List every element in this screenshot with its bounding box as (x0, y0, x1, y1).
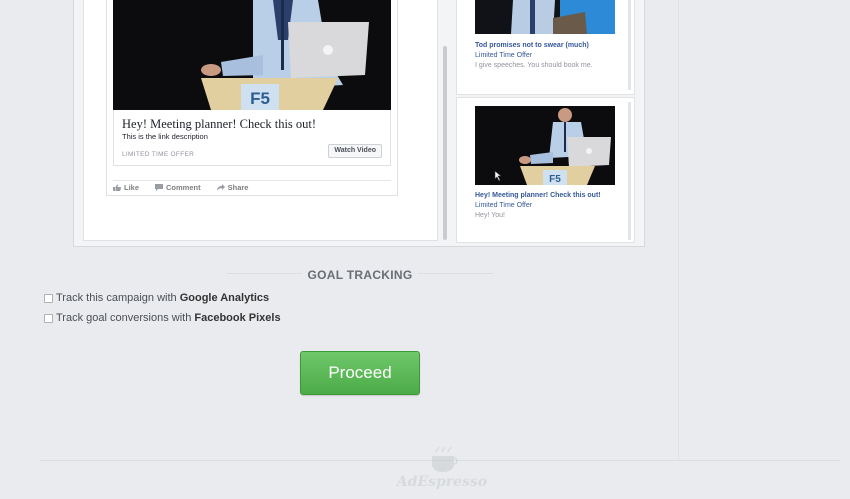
thumbs-up-icon (113, 184, 121, 191)
ad-subtitle: Limited Time Offer (475, 52, 533, 59)
proceed-button[interactable]: Proceed (300, 351, 420, 395)
ad-body: I give speeches. You should book me. (475, 62, 593, 69)
heading-rule (418, 273, 493, 274)
google-analytics-checkbox[interactable] (44, 293, 53, 303)
post-actions: Like Comment Share (113, 180, 391, 194)
coffee-cup-icon (432, 446, 458, 472)
podium-f5-label: F5 (549, 174, 561, 185)
ad-preview-frame: F5 Hey! Meeting planner! Check this out!… (73, 0, 645, 247)
goal-tracking-title: GOAL TRACKING (307, 268, 413, 282)
like-action[interactable]: Like (113, 183, 139, 192)
link-preview[interactable]: Hey! Meeting planner! Check this out! Th… (113, 110, 391, 166)
google-analytics-option[interactable]: Track this campaign with Google Analytic… (44, 292, 269, 304)
post-video-thumbnail[interactable]: F5 (113, 0, 391, 110)
option-label: Track this campaign with Google Analytic… (56, 292, 269, 304)
ad-scrollbar (628, 102, 631, 240)
comment-icon (155, 184, 164, 191)
facebook-pixels-option[interactable]: Track goal conversions with Facebook Pix… (44, 312, 281, 324)
news-feed-preview: F5 Hey! Meeting planner! Check this out!… (83, 0, 438, 241)
option-bold: Facebook Pixels (194, 312, 281, 324)
adespresso-logo: AdEspresso (392, 446, 492, 496)
share-label: Share (227, 183, 249, 192)
link-title[interactable]: Hey! Meeting planner! Check this out! (122, 117, 316, 132)
option-bold: Google Analytics (179, 292, 270, 304)
ad-body: Hey! You! (475, 212, 505, 219)
option-label: Track goal conversions with Facebook Pix… (56, 312, 281, 324)
ad-title[interactable]: Hey! Meeting planner! Check this out! (475, 192, 601, 199)
right-column-ad[interactable]: F5 Hey! Meeting planner! Check this out!… (456, 97, 635, 243)
like-label: Like (124, 183, 140, 192)
right-column-ad[interactable]: Tod promises not to swear (much) Limited… (456, 0, 635, 95)
brand-wordmark: AdEspresso (396, 474, 488, 490)
feed-scrollbar[interactable] (443, 46, 447, 240)
share-action[interactable]: Share (216, 183, 249, 192)
right-column-preview: Tod promises not to swear (much) Limited… (456, 0, 635, 244)
comment-action[interactable]: Comment (155, 183, 201, 192)
option-prefix: Track goal conversions with (56, 312, 195, 324)
podium-f5-label: F5 (250, 89, 270, 108)
feed-post: F5 Hey! Meeting planner! Check this out!… (106, 0, 398, 196)
link-caption: LIMITED TIME OFFER (122, 151, 195, 158)
heading-rule (227, 273, 302, 274)
ad-subtitle: Limited Time Offer (475, 202, 533, 209)
goal-tracking-heading: GOAL TRACKING (227, 266, 493, 284)
ad-scrollbar (628, 0, 631, 90)
link-description: This is the link description (122, 132, 208, 141)
share-icon (216, 184, 225, 191)
ad-title[interactable]: Tod promises not to swear (much) (475, 42, 589, 49)
comment-label: Comment (166, 183, 201, 192)
ad-thumbnail[interactable]: F5 (475, 106, 615, 185)
ad-thumbnail[interactable] (475, 0, 615, 34)
facebook-pixels-checkbox[interactable] (44, 313, 53, 323)
option-prefix: Track this campaign with (56, 292, 180, 304)
watch-video-button[interactable]: Watch Video (328, 144, 382, 158)
